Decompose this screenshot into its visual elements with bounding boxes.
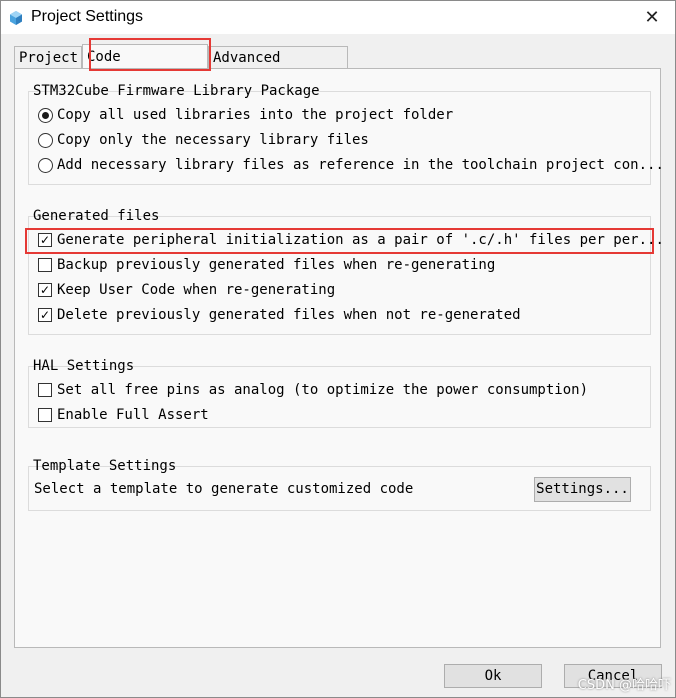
checkbox-label: Generate peripheral initialization as a … [57, 232, 664, 248]
tab-label: Project [19, 50, 79, 66]
checkbox-generate-peripheral-pair[interactable]: ✓ Generate peripheral initialization as … [38, 230, 664, 250]
generated-files-title: Generated files [33, 208, 160, 224]
close-button[interactable]: ✕ [629, 1, 675, 34]
radio-copy-necessary-files[interactable]: Copy only the necessary library files [38, 130, 369, 150]
checkbox-label: Keep User Code when re-generating [57, 282, 336, 298]
radio-copy-all-libraries[interactable]: Copy all used libraries into the project… [38, 105, 453, 125]
checkbox[interactable]: ✓ [38, 308, 52, 322]
checkbox-keep-user-code[interactable]: ✓ Keep User Code when re-generating [38, 280, 335, 300]
radio-add-as-reference[interactable]: Add necessary library files as reference… [38, 155, 664, 175]
library-package-title: STM32Cube Firmware Library Package [33, 83, 320, 99]
checkbox[interactable] [38, 383, 52, 397]
tab-advanced-settings[interactable]: Advanced Settings [208, 46, 348, 88]
radio-label: Copy all used libraries into the project… [57, 107, 454, 123]
radio-label: Copy only the necessary library files [57, 132, 369, 148]
checkbox[interactable] [38, 408, 52, 422]
checkbox-backup-generated-files[interactable]: Backup previously generated files when r… [38, 255, 495, 275]
tab-project[interactable]: Project [14, 46, 82, 68]
checkbox-free-pins-analog[interactable]: Set all free pins as analog (to optimize… [38, 380, 588, 400]
radio-label: Add necessary library files as reference… [57, 157, 664, 173]
checkbox-label: Enable Full Assert [57, 407, 209, 423]
template-settings-button[interactable]: Settings... [534, 477, 631, 502]
checkbox[interactable]: ✓ [38, 283, 52, 297]
checkbox-label: Set all free pins as analog (to optimize… [57, 382, 589, 398]
watermark: CSDN @哈哈吓 [577, 678, 671, 693]
close-icon: ✕ [644, 7, 660, 28]
cube-app-icon [10, 11, 22, 25]
project-settings-dialog: Project Settings ✕ Project Code Generato… [0, 0, 676, 698]
radio-button[interactable] [38, 157, 53, 173]
checkbox-enable-full-assert[interactable]: Enable Full Assert [38, 405, 209, 425]
hal-settings-title: HAL Settings [33, 358, 135, 374]
code-generator-panel: STM32Cube Firmware Library Package Copy … [14, 68, 664, 648]
checkbox[interactable]: ✓ [38, 233, 52, 247]
ok-button[interactable]: Ok [444, 664, 542, 688]
checkbox-label: Backup previously generated files when r… [57, 257, 496, 273]
template-settings-title: Template Settings [33, 458, 177, 474]
tab-code-generator[interactable]: Code Generator [82, 44, 208, 89]
checkbox-label: Delete previously generated files when n… [57, 307, 521, 323]
title-bar[interactable]: Project Settings ✕ [1, 1, 675, 34]
radio-button[interactable] [38, 107, 53, 123]
checkbox-delete-previous-files[interactable]: ✓ Delete previously generated files when… [38, 305, 521, 325]
radio-button[interactable] [38, 132, 53, 148]
checkbox[interactable] [38, 258, 52, 272]
template-description: Select a template to generate customized… [34, 481, 414, 497]
window-title: Project Settings [31, 8, 144, 25]
